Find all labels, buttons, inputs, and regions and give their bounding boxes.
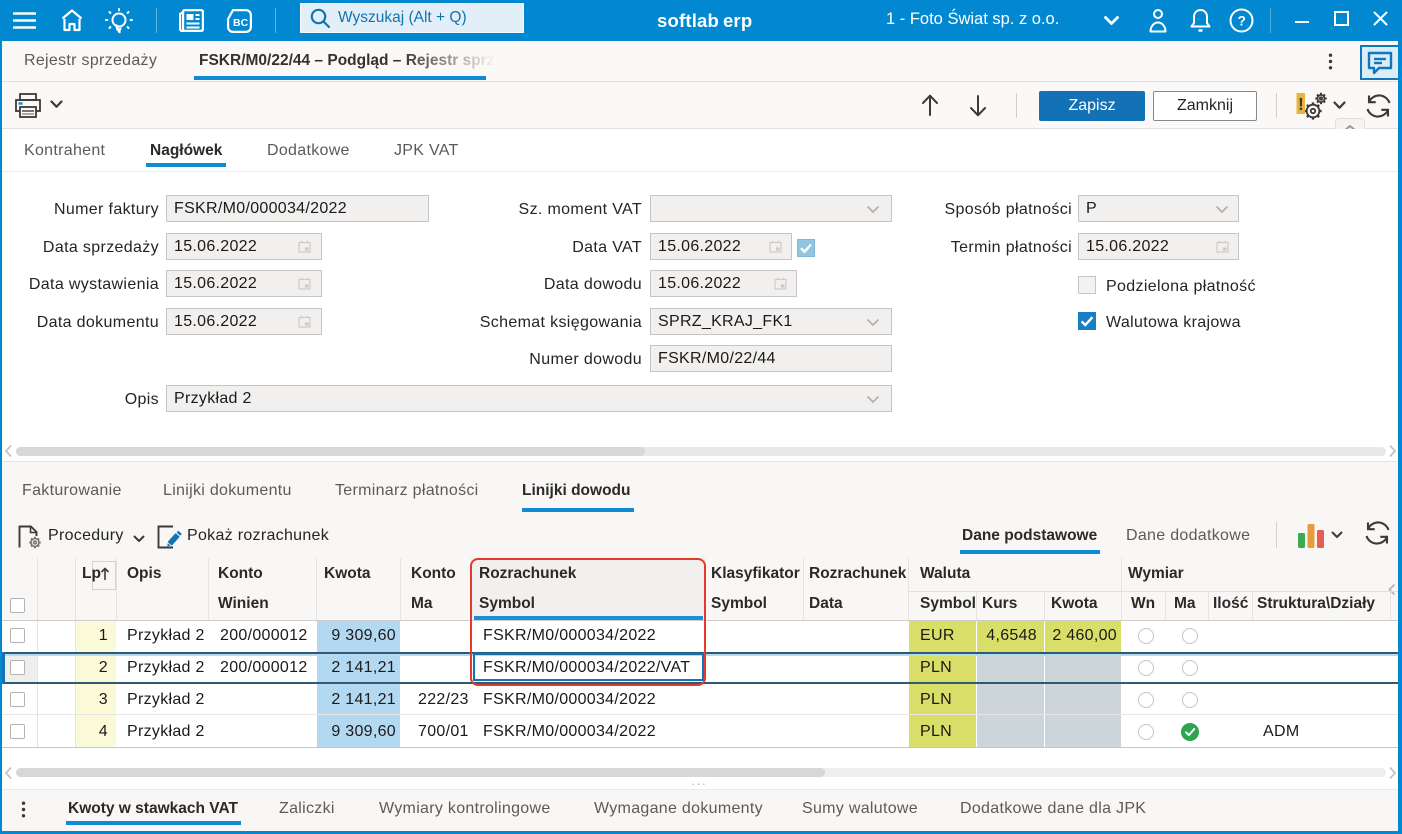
svg-text:BC: BC [233,17,249,29]
svg-text:?: ? [1238,13,1246,28]
svg-text:!: ! [1298,94,1304,114]
